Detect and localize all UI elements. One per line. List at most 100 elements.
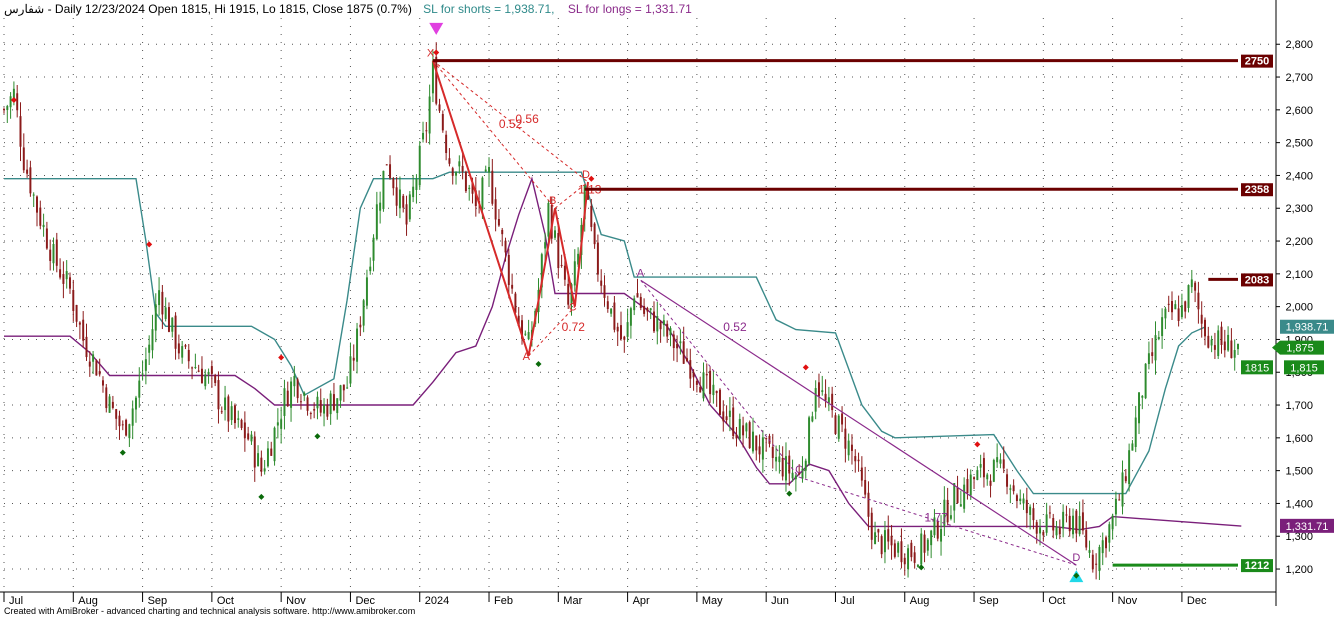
candle-body: [646, 308, 649, 312]
candle-body: [992, 460, 995, 482]
candle-body: [422, 132, 425, 140]
harmonic-b-point: D: [1072, 552, 1080, 564]
candle-body: [959, 504, 962, 507]
candle-body: [435, 56, 438, 104]
candle-body: [6, 106, 9, 111]
candle-body: [342, 384, 345, 391]
candle-body: [69, 277, 71, 289]
harmonic-a-point: X: [427, 48, 435, 60]
candle-body: [448, 158, 451, 164]
candle-body: [1190, 279, 1193, 288]
x-tick-label: Jul: [840, 595, 854, 607]
candle-body: [616, 326, 619, 332]
candle-body: [738, 418, 741, 439]
candle-body: [177, 343, 180, 354]
candle-body: [362, 300, 365, 326]
candle-body: [26, 169, 29, 174]
candle-body: [600, 280, 603, 286]
candle-body: [1062, 511, 1065, 529]
candle-body: [1227, 334, 1230, 351]
candle-body: [1207, 335, 1210, 348]
candle-body: [352, 357, 355, 361]
candle-body: [953, 483, 956, 511]
candle-body: [1088, 550, 1091, 553]
candle-body: [653, 311, 655, 332]
candle-body: [910, 542, 913, 558]
candle-body: [237, 418, 240, 420]
harmonic-b-ratio: 1.77: [925, 510, 949, 524]
candle-body: [250, 434, 253, 442]
candle-body: [662, 320, 665, 325]
candle-body: [395, 187, 398, 206]
candle-body: [827, 397, 830, 403]
candle-body: [164, 307, 167, 319]
swing-low-dot: [535, 361, 542, 368]
candle-body: [920, 533, 923, 565]
candle-body: [963, 484, 966, 509]
candle-body: [224, 397, 227, 411]
candle-body: [3, 109, 5, 111]
candle-body: [299, 401, 302, 403]
candle-body: [1151, 352, 1154, 356]
candle-body: [1184, 301, 1187, 312]
harmonic-a-ratio: 0.52: [499, 117, 523, 131]
candle-body: [273, 427, 276, 462]
candle-body: [207, 371, 210, 375]
candle-body: [755, 435, 758, 451]
candle-body: [682, 341, 685, 364]
candle-body: [1025, 499, 1028, 514]
y-tick-label: 2,800: [1285, 39, 1313, 51]
y-tick-label: 2,100: [1285, 269, 1313, 281]
candle-body: [49, 249, 52, 261]
candle-body: [1157, 337, 1160, 340]
candle-body: [758, 446, 761, 455]
candle-body: [1204, 319, 1206, 337]
candle-body: [174, 315, 177, 349]
candle-body: [860, 467, 863, 481]
candle-body: [200, 368, 203, 384]
candle-body: [702, 372, 705, 399]
candle-body: [996, 457, 999, 463]
x-tick-label: 2024: [425, 595, 449, 607]
candle-body: [1147, 353, 1150, 365]
candle-body: [356, 328, 359, 362]
price-chart[interactable]: XABCD0.560.520.721.13ACD0.521.77 2750235…: [0, 0, 1336, 619]
candle-body: [916, 564, 919, 567]
candle-body: [253, 436, 256, 468]
candle-body: [1078, 516, 1081, 535]
candle-body: [1141, 395, 1144, 398]
candle-body: [1068, 515, 1071, 532]
candle-body: [276, 422, 279, 426]
candle-body: [158, 290, 161, 306]
candle-body: [814, 388, 817, 412]
candle-body: [501, 229, 504, 235]
candle-body: [979, 464, 982, 468]
candle-body: [141, 373, 144, 375]
candle-body: [903, 557, 906, 565]
candle-body: [461, 165, 464, 172]
candle-body: [438, 104, 441, 111]
x-tick-label: Feb: [494, 595, 513, 607]
y-tick-label: 1,600: [1285, 433, 1313, 445]
candle-body: [811, 416, 814, 422]
candle-body: [286, 390, 289, 407]
candle-body: [1101, 540, 1104, 554]
candle-body: [999, 459, 1002, 464]
candle-body: [118, 415, 121, 427]
candle-body: [332, 394, 335, 411]
candle-body: [791, 472, 794, 479]
candle-body: [1048, 512, 1051, 514]
candle-body: [775, 456, 778, 462]
candle-body: [217, 380, 220, 410]
candle-body: [725, 416, 728, 421]
candle-body: [151, 329, 154, 351]
candle-body: [55, 239, 58, 266]
candles: [3, 42, 1239, 580]
candle-body: [834, 415, 837, 434]
candle-body: [748, 422, 751, 449]
candle-body: [82, 319, 85, 341]
candle-body: [1075, 510, 1078, 534]
candle-body: [240, 419, 243, 429]
candle-body: [85, 336, 88, 358]
candle-body: [39, 207, 42, 226]
